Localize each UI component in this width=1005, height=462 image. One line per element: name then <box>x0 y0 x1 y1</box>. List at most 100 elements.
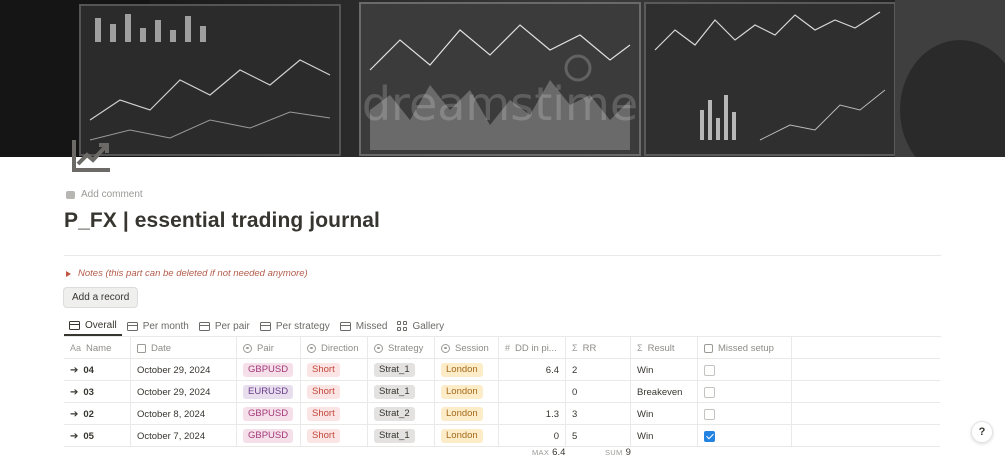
cell-result[interactable]: Win <box>631 359 698 381</box>
cell-direction[interactable]: Short <box>301 381 368 403</box>
dd-max-summary[interactable]: MAX 6.4 <box>532 447 565 458</box>
cell-dd[interactable]: 6.4 <box>499 359 566 381</box>
date-value: October 8, 2024 <box>137 408 206 420</box>
comment-icon <box>66 190 75 199</box>
table-icon <box>339 321 351 331</box>
cell-result[interactable]: Win <box>631 425 698 447</box>
tab-missed[interactable]: Missed <box>335 316 393 336</box>
notes-toggle[interactable]: Notes (this part can be deleted if not n… <box>66 268 308 279</box>
cell-strategy[interactable]: Strat_1 <box>368 359 435 381</box>
arrow-right-icon: ➔ <box>70 364 79 376</box>
tab-per-month[interactable]: Per month <box>122 316 194 336</box>
max-value: 6.4 <box>552 447 566 458</box>
strategy-tag: Strat_1 <box>374 363 415 377</box>
cell-pair[interactable]: GBPUSD <box>237 359 301 381</box>
calendar-icon <box>137 343 146 353</box>
select-icon <box>307 343 316 353</box>
cell-date[interactable]: October 29, 2024 <box>131 359 237 381</box>
cell-missed[interactable] <box>698 403 792 425</box>
number-type-icon: # <box>505 343 511 353</box>
tab-gallery[interactable]: Gallery <box>392 316 449 336</box>
column-header-8[interactable]: Σ Result <box>631 337 698 359</box>
cell-session[interactable]: London <box>435 381 499 403</box>
tab-overall[interactable]: Overall <box>64 316 122 336</box>
table-header-row: Aa Name Date Pair Direction Strategy Session # D… <box>64 337 940 359</box>
max-label: MAX <box>532 448 550 457</box>
cell-rr[interactable]: 5 <box>566 425 631 447</box>
add-column-area[interactable] <box>792 337 940 359</box>
formula-icon: Σ <box>572 343 578 353</box>
cell-result[interactable]: Breakeven <box>631 381 698 403</box>
cell-direction[interactable]: Short <box>301 359 368 381</box>
table-row[interactable]: ➔ 05 October 7, 2024 GBPUSD Short Strat_1 Lond… <box>64 425 940 447</box>
column-header-4[interactable]: Strategy <box>368 337 435 359</box>
result-value: Breakeven <box>637 386 683 398</box>
missed-setup-checkbox[interactable] <box>704 386 715 398</box>
cell-direction[interactable]: Short <box>301 425 368 447</box>
tab-label: Gallery <box>412 320 445 332</box>
cell-pair[interactable]: EURUSD <box>237 381 301 403</box>
column-header-0[interactable]: Aa Name <box>64 337 131 359</box>
cell-result[interactable]: Win <box>631 403 698 425</box>
cell-dd[interactable] <box>499 381 566 403</box>
cell-strategy[interactable]: Strat_1 <box>368 425 435 447</box>
cell-date[interactable]: October 8, 2024 <box>131 403 237 425</box>
cell-name[interactable]: ➔ 04 <box>64 359 131 381</box>
row-trailing-space <box>792 381 940 403</box>
column-header-6[interactable]: # DD in pi... <box>499 337 566 359</box>
cell-missed[interactable] <box>698 425 792 447</box>
chart-trend-icon[interactable] <box>70 136 112 174</box>
table-row[interactable]: ➔ 02 October 8, 2024 GBPUSD Short Strat_2 Lond… <box>64 403 940 425</box>
cell-rr[interactable]: 3 <box>566 403 631 425</box>
missed-setup-checkbox[interactable] <box>704 364 715 376</box>
view-tabs: Overall Per month Per pair Per strategy Miss… <box>64 316 449 336</box>
cell-name[interactable]: ➔ 03 <box>64 381 131 403</box>
column-header-2[interactable]: Pair <box>237 337 301 359</box>
column-header-7[interactable]: Σ RR <box>566 337 631 359</box>
table-row[interactable]: ➔ 04 October 29, 2024 GBPUSD Short Strat_1 Lon… <box>64 359 940 381</box>
cell-strategy[interactable]: Strat_2 <box>368 403 435 425</box>
column-header-label: Direction <box>321 342 359 354</box>
formula-icon: Σ <box>637 343 643 353</box>
cell-date[interactable]: October 29, 2024 <box>131 381 237 403</box>
help-button[interactable]: ? <box>971 421 993 443</box>
cell-strategy[interactable]: Strat_1 <box>368 381 435 403</box>
column-header-9[interactable]: Missed setup <box>698 337 792 359</box>
table-row[interactable]: ➔ 03 October 29, 2024 EURUSD Short Strat_1 Lon… <box>64 381 940 403</box>
cell-pair[interactable]: GBPUSD <box>237 425 301 447</box>
cell-direction[interactable]: Short <box>301 403 368 425</box>
column-header-label: Pair <box>257 342 274 354</box>
cell-session[interactable]: London <box>435 403 499 425</box>
cell-dd[interactable]: 0 <box>499 425 566 447</box>
add-comment-button[interactable]: Add comment <box>66 189 143 200</box>
column-header-3[interactable]: Direction <box>301 337 368 359</box>
arrow-right-icon: ➔ <box>70 430 79 442</box>
add-record-button[interactable]: Add a record <box>63 287 139 308</box>
tab-per-strategy[interactable]: Per strategy <box>255 316 335 336</box>
cell-missed[interactable] <box>698 359 792 381</box>
cell-session[interactable]: London <box>435 425 499 447</box>
rr-sum-summary[interactable]: SUM 9 <box>605 447 631 458</box>
result-value: Win <box>637 364 654 376</box>
date-value: October 29, 2024 <box>137 386 211 398</box>
cell-rr[interactable]: 0 <box>566 381 631 403</box>
tab-per-pair[interactable]: Per pair <box>194 316 255 336</box>
column-header-1[interactable]: Date <box>131 337 237 359</box>
missed-setup-checkbox[interactable] <box>704 408 715 420</box>
cell-pair[interactable]: GBPUSD <box>237 403 301 425</box>
cell-missed[interactable] <box>698 381 792 403</box>
toggle-triangle-icon[interactable] <box>66 270 71 277</box>
arrow-right-icon: ➔ <box>70 386 79 398</box>
trades-table: Aa Name Date Pair Direction Strategy Session # D… <box>64 337 940 447</box>
cell-name[interactable]: ➔ 02 <box>64 403 131 425</box>
cell-rr[interactable]: 2 <box>566 359 631 381</box>
cell-dd[interactable]: 1.3 <box>499 403 566 425</box>
page-title[interactable]: P_FX | essential trading journal <box>64 209 380 233</box>
missed-setup-checkbox[interactable] <box>704 430 715 442</box>
cell-name[interactable]: ➔ 05 <box>64 425 131 447</box>
column-header-5[interactable]: Session <box>435 337 499 359</box>
column-header-label: DD in pi... <box>515 342 557 354</box>
cell-date[interactable]: October 7, 2024 <box>131 425 237 447</box>
tab-label: Per strategy <box>275 320 330 332</box>
cell-session[interactable]: London <box>435 359 499 381</box>
